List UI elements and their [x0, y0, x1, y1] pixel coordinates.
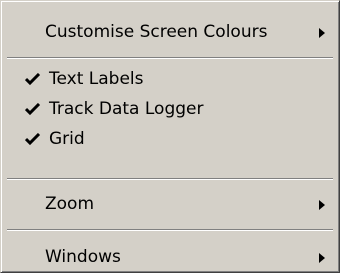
- menu-item-label: Windows: [45, 247, 121, 267]
- menu-item-label: Grid: [49, 129, 85, 149]
- submenu-arrow-icon: [319, 28, 325, 38]
- menu-item-text-labels[interactable]: Text Labels: [4, 64, 336, 94]
- menu-item-label: Customise Screen Colours: [45, 22, 268, 42]
- checkmark-icon: [25, 73, 41, 86]
- menu-item-track-data-logger[interactable]: Track Data Logger: [4, 94, 336, 124]
- menu-item-label: Text Labels: [49, 69, 144, 89]
- checkmark-icon: [25, 103, 41, 116]
- menu-separator: [7, 178, 333, 180]
- menu-item-customise-screen-colours[interactable]: Customise Screen Colours: [4, 17, 336, 47]
- menu-item-label: Track Data Logger: [49, 99, 204, 119]
- menu-item-zoom[interactable]: Zoom: [4, 189, 336, 219]
- checkmark-icon: [25, 133, 41, 146]
- context-menu: Customise Screen Colours Text Labels Tra…: [0, 0, 340, 273]
- submenu-arrow-icon: [319, 253, 325, 263]
- menu-item-label: Zoom: [45, 194, 95, 214]
- menu-item-grid[interactable]: Grid: [4, 124, 336, 154]
- submenu-arrow-icon: [319, 200, 325, 210]
- menu-separator: [7, 57, 333, 59]
- menu-item-windows[interactable]: Windows: [4, 242, 336, 272]
- menu-separator: [7, 229, 333, 231]
